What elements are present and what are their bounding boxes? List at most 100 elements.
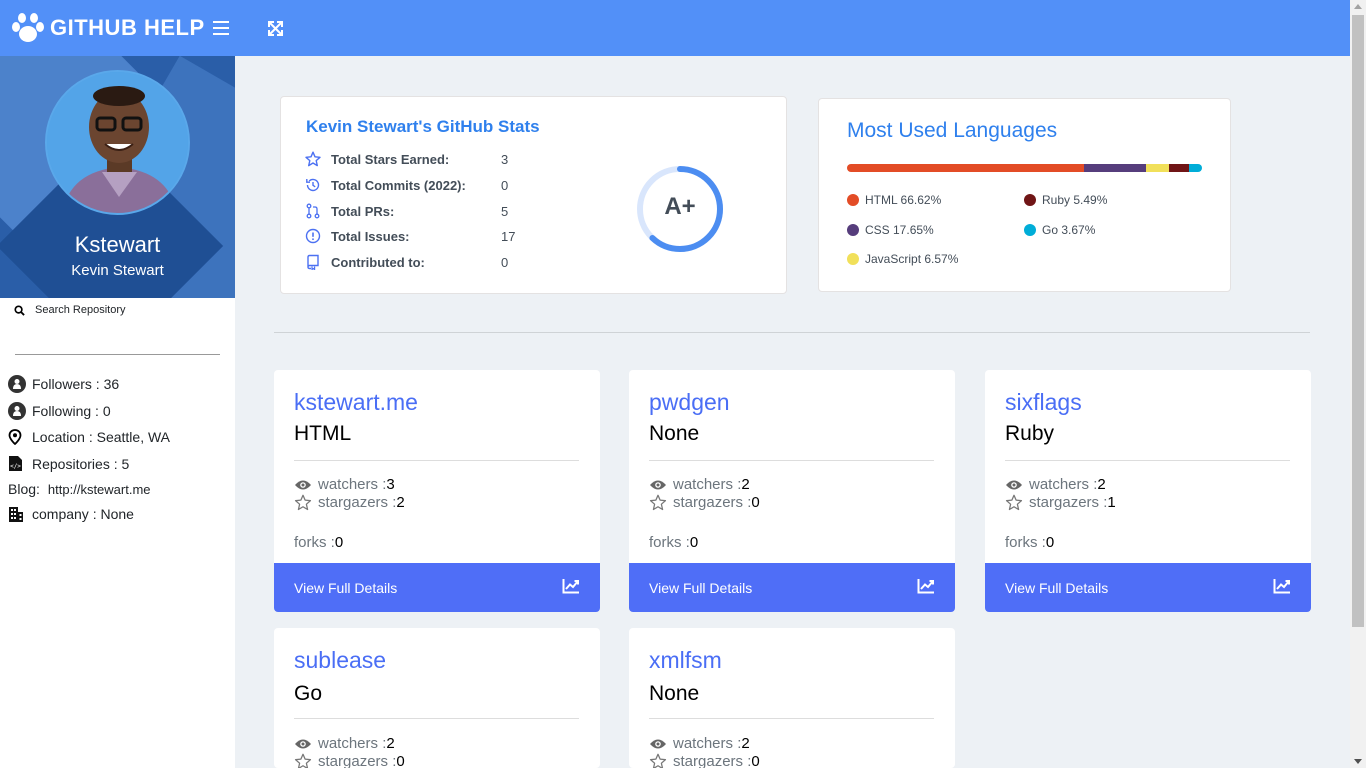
repo-stargazers: stargazers :0 (649, 494, 760, 511)
repo-forks: forks :0 (294, 534, 344, 551)
repo-watchers: watchers :2 (294, 735, 395, 752)
eye-icon (294, 738, 318, 750)
language-color-dot (847, 224, 859, 236)
repo-forks: forks :0 (1005, 534, 1055, 551)
app-logo[interactable]: GITHUB HELP (8, 12, 205, 44)
repo-language: None (649, 682, 700, 705)
language-color-dot (1024, 194, 1036, 206)
code-file-icon: </> (8, 455, 28, 472)
app-title: GITHUB HELP (50, 15, 205, 40)
repo-watchers: watchers :2 (1005, 476, 1106, 493)
blog-link[interactable]: http://kstewart.me (48, 482, 151, 497)
language-bar-segment (1169, 164, 1189, 172)
repo-name[interactable]: pwdgen (649, 389, 730, 416)
language-html: HTML 66.62% (847, 193, 941, 207)
profile-info: Followers : 36 Following : 0 Location : … (0, 355, 235, 528)
stat-total-commits: Total Commits (2022): 0 (305, 177, 508, 193)
repositories-label: Repositories (32, 455, 110, 472)
stat-contributed-to: Contributed to: 0 (305, 254, 508, 270)
avatar (45, 70, 190, 215)
star-outline-icon (649, 753, 673, 768)
location-pin-icon (8, 429, 28, 446)
page-scrollbar[interactable] (1350, 0, 1366, 768)
eye-icon (649, 738, 673, 750)
languages-title: Most Used Languages (847, 119, 1058, 142)
fullscreen-icon[interactable] (267, 20, 284, 37)
eye-icon (1005, 479, 1029, 491)
language-bar-segment (1083, 164, 1147, 172)
location-value: Seattle, WA (96, 429, 171, 446)
grade-label: A+ (664, 193, 696, 220)
followers-count: 36 (103, 376, 120, 393)
stat-total-prs: Total PRs: 5 (305, 203, 508, 219)
language-bar-segment (847, 164, 1084, 172)
repo-name[interactable]: kstewart.me (294, 389, 418, 416)
view-full-details-button[interactable]: View Full Details (985, 563, 1311, 612)
username: Kstewart (74, 232, 161, 257)
repo-language: Ruby (1005, 422, 1055, 445)
line-chart-icon (1273, 578, 1291, 597)
search-label: Search Repository (35, 304, 126, 316)
repo-name[interactable]: sixflags (1005, 389, 1082, 416)
building-icon (8, 506, 28, 523)
language-javascript: JavaScript 6.57% (847, 252, 958, 266)
repo-language: None (649, 422, 700, 445)
search-repository[interactable]: Search Repository (0, 298, 235, 318)
repo-watchers: watchers :2 (649, 476, 750, 493)
most-used-languages-card: Most Used Languages HTML 66.62% CSS 17.6… (818, 98, 1231, 292)
language-bar-segment (1146, 164, 1170, 172)
repo-forks: forks :0 (649, 534, 699, 551)
language-bar-segment (1188, 164, 1202, 172)
menu-toggle-icon[interactable] (212, 21, 229, 35)
repo-language: HTML (294, 422, 352, 445)
language-color-dot (1024, 224, 1036, 236)
view-full-details-button[interactable]: View Full Details (274, 563, 600, 612)
star-outline-icon (1005, 494, 1029, 511)
repo-watchers: watchers :2 (649, 735, 750, 752)
language-ruby: Ruby 5.49% (1024, 193, 1107, 207)
stats-title: Kevin Stewart's GitHub Stats (306, 117, 540, 136)
language-color-dot (847, 194, 859, 206)
repo-name[interactable]: xmlfsm (649, 647, 722, 674)
following-label: Following (32, 402, 92, 419)
user-icon (8, 401, 28, 420)
pull-request-icon (305, 203, 331, 219)
repo-icon (305, 254, 331, 270)
github-stats-card: Kevin Stewart's GitHub Stats Total Stars… (280, 96, 787, 294)
location-row: Location : Seattle, WA (8, 424, 235, 451)
repo-card: pwdgen None watchers :2 stargazers :0 fo… (629, 370, 955, 612)
repo-stargazers: stargazers :0 (649, 753, 760, 768)
repo-watchers: watchers :3 (294, 476, 395, 493)
view-full-details-button[interactable]: View Full Details (629, 563, 955, 612)
search-icon (14, 304, 25, 316)
line-chart-icon (917, 578, 935, 597)
company-row: company : None (8, 501, 235, 528)
scroll-up-arrow-icon[interactable] (1354, 4, 1362, 9)
line-chart-icon (562, 578, 580, 597)
languages-bar (847, 164, 1202, 172)
repo-name[interactable]: sublease (294, 647, 386, 674)
blog-label: Blog: (8, 481, 40, 497)
paw-icon (12, 13, 44, 42)
scrollbar-thumb[interactable] (1352, 15, 1364, 627)
followers-row: Followers : 36 (8, 371, 235, 398)
history-icon (305, 177, 331, 193)
company-label: company (32, 506, 89, 523)
full-name: Kevin Stewart (71, 262, 164, 279)
section-divider (274, 332, 1310, 333)
star-outline-icon (649, 494, 673, 511)
repo-card: xmlfsm None watchers :2 stargazers :0 (629, 628, 955, 768)
repo-card: kstewart.me HTML watchers :3 stargazers … (274, 370, 600, 612)
svg-text:</>: </> (10, 463, 21, 470)
stat-total-issues: Total Issues: 17 (305, 228, 515, 244)
company-value: None (100, 506, 134, 523)
stat-total-stars: Total Stars Earned: 3 (305, 151, 508, 167)
repo-card: sublease Go watchers :2 stargazers :0 (274, 628, 600, 768)
repositories-row: </> Repositories : 5 (8, 451, 235, 478)
followers-label: Followers (32, 376, 92, 393)
repo-stargazers: stargazers :1 (1005, 494, 1116, 511)
issue-icon (305, 228, 331, 244)
repo-card: sixflags Ruby watchers :2 stargazers :1 … (985, 370, 1311, 612)
language-css: CSS 17.65% (847, 223, 934, 237)
scroll-down-arrow-icon[interactable] (1354, 759, 1362, 764)
